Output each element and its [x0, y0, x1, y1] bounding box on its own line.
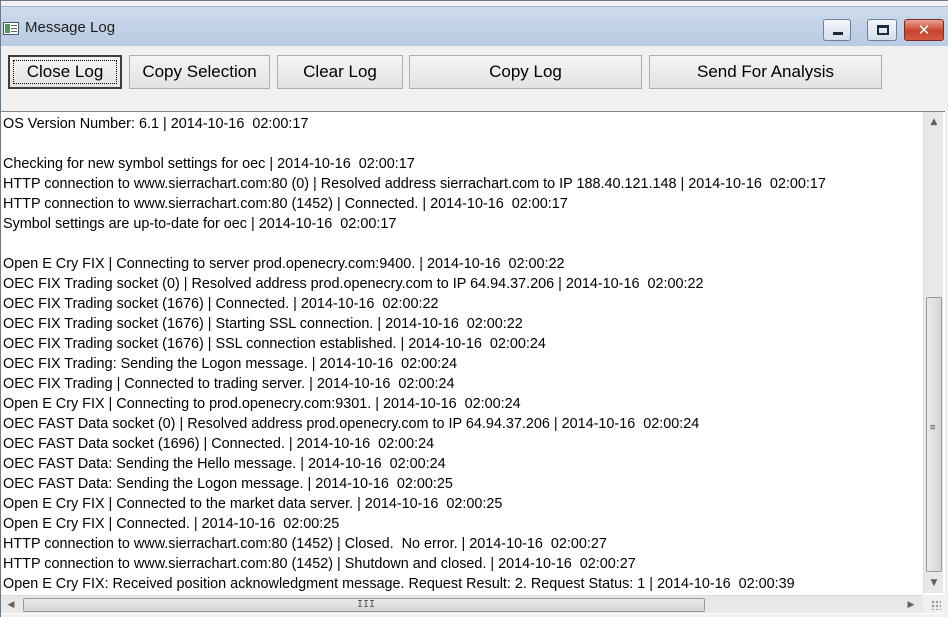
- log-lines[interactable]: OS Version Number: 6.1 | 2014-10-16 02:0…: [3, 114, 921, 594]
- log-line: HTTP connection to www.sierrachart.com:8…: [3, 176, 826, 192]
- log-line: HTTP connection to www.sierrachart.com:8…: [3, 556, 636, 572]
- log-line: OS Version Number: 6.1 | 2014-10-16 02:0…: [3, 116, 309, 132]
- scroll-up-arrow-icon[interactable]: ▲: [924, 112, 944, 132]
- maximize-icon: [877, 25, 889, 35]
- resize-grip-icon[interactable]: [923, 595, 945, 613]
- log-line: OEC FIX Trading socket (1676) | Connecte…: [3, 296, 439, 312]
- scroll-right-arrow-icon[interactable]: ▶: [901, 595, 921, 615]
- log-line: OEC FAST Data socket (1696) | Connected.…: [3, 436, 435, 452]
- log-line: OEC FAST Data: Sending the Hello message…: [3, 456, 446, 472]
- log-line: Symbol settings are up-to-date for oec |…: [3, 216, 397, 232]
- log-line: OEC FAST Data socket (0) | Resolved addr…: [3, 416, 700, 432]
- toolbar: Close Log Copy Selection Clear Log Copy …: [1, 47, 948, 110]
- copy-log-button[interactable]: Copy Log: [409, 55, 642, 89]
- message-log-window: Message Log ✕ Close Log Copy Selection C…: [0, 0, 948, 617]
- horizontal-scrollbar[interactable]: ◀ III ▶: [1, 595, 923, 613]
- close-window-button[interactable]: ✕: [904, 19, 944, 41]
- scroll-down-arrow-icon[interactable]: ▼: [924, 573, 944, 593]
- log-line: Open E Cry FIX: Received position acknow…: [3, 576, 795, 592]
- log-line: OEC FIX Trading: Sending the Logon messa…: [3, 356, 458, 372]
- minimize-icon: [833, 32, 843, 35]
- log-text-area[interactable]: OS Version Number: 6.1 | 2014-10-16 02:0…: [1, 111, 945, 614]
- send-for-analysis-button[interactable]: Send For Analysis: [649, 55, 882, 89]
- title-bar[interactable]: Message Log ✕: [1, 6, 948, 46]
- close-icon: ✕: [917, 21, 931, 39]
- log-line: OEC FAST Data: Sending the Logon message…: [3, 476, 453, 492]
- log-line: Open E Cry FIX | Connecting to server pr…: [3, 256, 565, 272]
- log-line: HTTP connection to www.sierrachart.com:8…: [3, 536, 607, 552]
- log-line: OEC FIX Trading socket (1676) | SSL conn…: [3, 336, 546, 352]
- vertical-scrollbar[interactable]: ▲ ≡ ▼: [923, 112, 943, 593]
- log-line: Checking for new symbol settings for oec…: [3, 156, 415, 172]
- log-line: OEC FIX Trading | Connected to trading s…: [3, 376, 455, 392]
- scroll-left-arrow-icon[interactable]: ◀: [1, 595, 21, 615]
- window-icon: [3, 22, 19, 35]
- log-line: OEC FIX Trading socket (0) | Resolved ad…: [3, 276, 704, 292]
- maximize-button[interactable]: [867, 19, 897, 41]
- copy-selection-button[interactable]: Copy Selection: [129, 55, 270, 89]
- clear-log-button[interactable]: Clear Log: [277, 55, 403, 89]
- log-line: Open E Cry FIX | Connecting to prod.open…: [3, 396, 521, 412]
- log-line: Open E Cry FIX | Connected. | 2014-10-16…: [3, 516, 340, 532]
- grip-icon: III: [357, 599, 376, 610]
- close-log-button[interactable]: Close Log: [8, 55, 122, 89]
- log-line: Open E Cry FIX | Connected to the market…: [3, 496, 503, 512]
- grip-icon: ≡: [930, 423, 936, 433]
- horizontal-scroll-thumb[interactable]: III: [23, 598, 705, 612]
- log-line: OEC FIX Trading socket (1676) | Starting…: [3, 316, 523, 332]
- vertical-scroll-thumb[interactable]: ≡: [926, 297, 942, 572]
- window-title: Message Log: [25, 19, 116, 36]
- log-line: HTTP connection to www.sierrachart.com:8…: [3, 196, 568, 212]
- minimize-button[interactable]: [823, 19, 851, 41]
